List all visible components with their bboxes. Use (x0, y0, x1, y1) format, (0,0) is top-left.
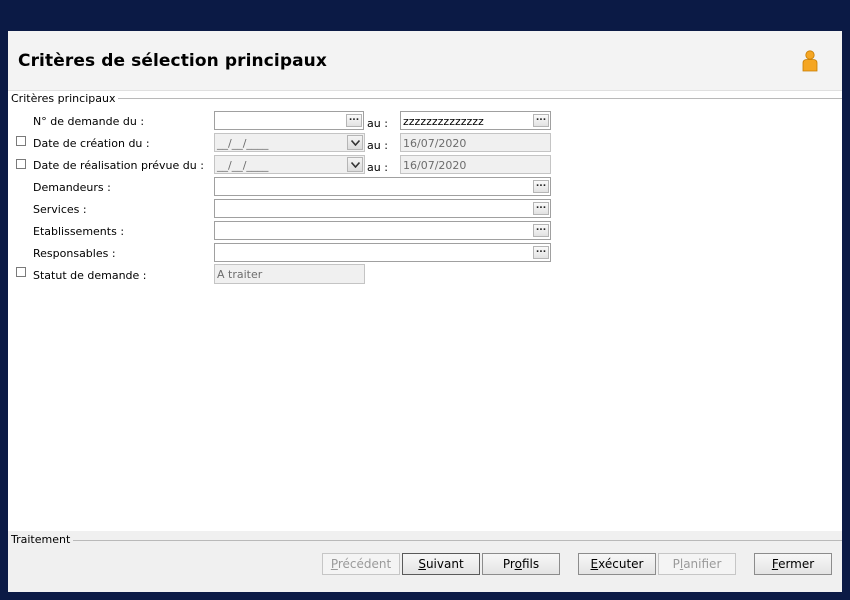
demande-to-browse-button[interactable]: ... (533, 114, 549, 127)
group-main-line (98, 98, 842, 99)
demandeurs-field[interactable]: ... (214, 177, 551, 196)
group-main-legend: Critères principaux (11, 92, 119, 105)
demandeurs-label: Demandeurs : (33, 181, 111, 194)
realisation-to-field[interactable]: 16/07/2020 (400, 155, 551, 174)
demande-to-value: zzzzzzzzzzzzzz (403, 115, 484, 128)
group-traitement-legend: Traitement (11, 533, 74, 546)
dialog-header: Critères de sélection principaux (8, 31, 842, 91)
planifier-button[interactable]: Planifier (658, 553, 736, 575)
dialog-window: Critères de sélection principaux Critère… (8, 31, 842, 592)
creation-label: Date de création du : (33, 137, 150, 150)
suivant-label-key: S (418, 557, 426, 571)
realisation-label: Date de réalisation prévue du : (33, 159, 204, 172)
executer-button[interactable]: Exécuter (578, 553, 656, 575)
profils-button[interactable]: Profils (482, 553, 560, 575)
planifier-label-post: anifier (683, 557, 722, 571)
user-icon[interactable] (800, 50, 820, 72)
etablissements-field[interactable]: ... (214, 221, 551, 240)
creation-to-field[interactable]: 16/07/2020 (400, 133, 551, 152)
profils-label-key: o (514, 557, 522, 571)
creation-au-label: au : (367, 139, 388, 152)
etablissements-label: Etablissements : (33, 225, 125, 238)
group-traitement-line (64, 540, 842, 541)
chevron-down-icon (351, 140, 360, 146)
demandeurs-browse-button[interactable]: ... (533, 180, 549, 193)
realisation-from-combo[interactable]: __/__/____ (214, 155, 365, 174)
realisation-au-label: au : (367, 161, 388, 174)
creation-from-value: __/__/____ (217, 137, 269, 150)
statut-value: A traiter (217, 268, 263, 281)
fermer-button[interactable]: Fermer (754, 553, 832, 575)
fermer-label-post: ermer (778, 557, 815, 571)
services-browse-button[interactable]: ... (533, 202, 549, 215)
precedent-label-post: récédent (337, 557, 392, 571)
creation-from-combo[interactable]: __/__/____ (214, 133, 365, 152)
statut-checkbox[interactable] (16, 267, 26, 277)
realisation-from-value: __/__/____ (217, 159, 269, 172)
profils-label-post: fils (521, 557, 540, 571)
etablissements-browse-button[interactable]: ... (533, 224, 549, 237)
demande-label: N° de demande du : (33, 115, 145, 128)
realisation-to-value: 16/07/2020 (403, 159, 467, 172)
creation-dropdown-button[interactable] (347, 135, 363, 150)
profils-label-pre: Pr (502, 557, 515, 571)
realisation-checkbox[interactable] (16, 159, 26, 169)
page-title: Critères de sélection principaux (18, 51, 327, 71)
demande-from-field[interactable]: ... (214, 111, 364, 130)
planifier-label-pre: P (672, 557, 680, 571)
executer-label-key: E (590, 557, 599, 571)
demande-au-label: au : (367, 117, 388, 130)
demande-from-browse-button[interactable]: ... (346, 114, 362, 127)
responsables-label: Responsables : (33, 247, 116, 260)
statut-field[interactable]: A traiter (214, 264, 365, 284)
executer-label-post: xécuter (598, 557, 644, 571)
creation-to-value: 16/07/2020 (403, 137, 467, 150)
responsables-field[interactable]: ... (214, 243, 551, 262)
creation-checkbox[interactable] (16, 136, 26, 146)
services-label: Services : (33, 203, 87, 216)
suivant-label-post: uivant (425, 557, 464, 571)
suivant-button[interactable]: Suivant (402, 553, 480, 575)
realisation-dropdown-button[interactable] (347, 157, 363, 172)
precedent-label-key: P (330, 557, 338, 571)
statut-label: Statut de demande : (33, 269, 147, 282)
services-field[interactable]: ... (214, 199, 551, 218)
responsables-browse-button[interactable]: ... (533, 246, 549, 259)
chevron-down-icon (351, 162, 360, 168)
precedent-button[interactable]: Précédent (322, 553, 400, 575)
demande-to-field[interactable]: zzzzzzzzzzzzzz ... (400, 111, 551, 130)
